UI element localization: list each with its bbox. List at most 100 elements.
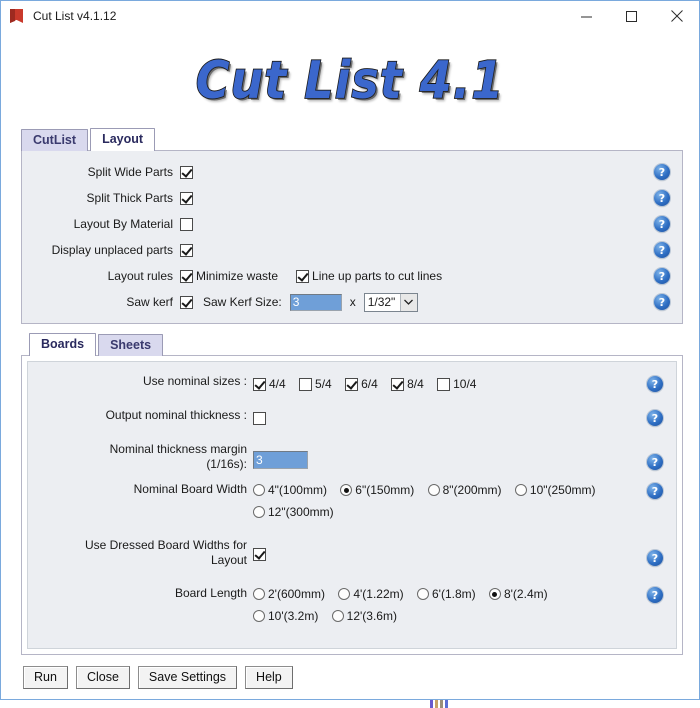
radio-board-length-2ft[interactable]: 2'(600mm): [253, 584, 325, 604]
checkbox-nominal-8-4-box[interactable]: [391, 377, 405, 391]
radio-board-width-12in[interactable]: 12"(300mm): [253, 502, 334, 522]
app-logo-banner: Cut List 4.1: [1, 31, 699, 129]
label-nominal-board-width: Nominal Board Width: [133, 482, 247, 496]
help-icon[interactable]: ?: [654, 164, 670, 180]
checkbox-line-up-parts-label: Line up parts to cut lines: [312, 269, 443, 283]
radio-board-length-6ft-box[interactable]: [416, 588, 429, 600]
radio-board-length-8ft[interactable]: 8'(2.4m): [488, 584, 548, 604]
nominal-thickness-margin-input[interactable]: [253, 451, 308, 469]
help-icon[interactable]: ?: [654, 242, 670, 258]
button-bar: Run Close Save Settings Help: [1, 655, 699, 699]
label-display-unplaced-parts: Display unplaced parts: [51, 243, 173, 257]
checkbox-saw-kerf[interactable]: [180, 295, 193, 309]
window-title: Cut List v4.1.12: [33, 9, 117, 23]
close-button[interactable]: Close: [75, 665, 130, 689]
radio-board-length-6ft-label: 6'(1.8m): [431, 587, 476, 601]
help-icon[interactable]: ?: [647, 550, 663, 566]
tab-boards[interactable]: Boards: [29, 333, 97, 356]
run-button[interactable]: Run: [23, 665, 68, 689]
radio-board-width-10in[interactable]: 10"(250mm): [514, 480, 596, 500]
radio-board-length-2ft-label: 2'(600mm): [268, 587, 325, 601]
radio-board-length-10ft[interactable]: 10'(3.2m): [253, 606, 318, 626]
tab-cutlist[interactable]: CutList: [21, 129, 89, 151]
taskbar-artifact: [430, 700, 456, 708]
help-icon[interactable]: ?: [654, 294, 670, 310]
saw-kerf-fraction-select[interactable]: 1/32": [363, 292, 418, 312]
main-tabstrip: CutList Layout: [1, 128, 699, 151]
help-icon[interactable]: ?: [654, 190, 670, 206]
checkbox-nominal-4-4[interactable]: 4/4: [253, 374, 286, 394]
saw-kerf-fraction-value: 1/32": [367, 295, 396, 309]
radio-board-length-4ft[interactable]: 4'(1.22m): [338, 584, 404, 604]
close-icon[interactable]: [654, 1, 699, 31]
radio-board-length-12ft-box[interactable]: [331, 610, 344, 622]
maximize-icon[interactable]: [609, 1, 654, 31]
layout-options-panel: Split Wide Parts ? Split Thick Parts ? L…: [21, 150, 683, 324]
checkbox-nominal-6-4[interactable]: 6/4: [345, 374, 378, 394]
label-use-nominal-sizes: Use nominal sizes :: [142, 374, 247, 388]
help-button[interactable]: Help: [245, 665, 293, 689]
radio-board-length-4ft-box[interactable]: [338, 588, 351, 600]
row-split-wide-parts: Split Wide Parts ?: [22, 159, 682, 185]
app-window: Cut List v4.1.12 Cut List 4.1 CutList La…: [0, 0, 700, 700]
checkbox-output-nominal-thickness[interactable]: [253, 412, 266, 426]
radio-board-length-2ft-box[interactable]: [253, 588, 265, 600]
row-use-nominal-sizes: Use nominal sizes : 4/4 5/4 6/4 8/4 10/4…: [28, 374, 676, 402]
checkbox-nominal-6-4-box[interactable]: [345, 377, 359, 391]
label-nominal-thickness-margin-line2: (1/16s):: [206, 457, 247, 471]
tab-sheets[interactable]: Sheets: [98, 334, 164, 356]
help-icon[interactable]: ?: [647, 410, 663, 426]
label-nominal-thickness-margin-line1: Nominal thickness margin: [109, 442, 247, 456]
minimize-icon[interactable]: [564, 1, 609, 31]
inner-tabstrip: Boards Sheets: [21, 333, 683, 356]
radio-board-width-4in-box[interactable]: [253, 484, 265, 496]
help-icon[interactable]: ?: [647, 483, 663, 499]
help-icon[interactable]: ?: [647, 376, 663, 392]
checkbox-line-up-parts[interactable]: Line up parts to cut lines: [296, 269, 442, 283]
row-display-unplaced-parts: Display unplaced parts ?: [22, 237, 682, 263]
label-saw-kerf-size: Saw Kerf Size:: [203, 295, 282, 309]
checkbox-nominal-10-4[interactable]: 10/4: [437, 374, 476, 394]
radio-board-length-10ft-label: 10'(3.2m): [268, 609, 319, 623]
checkbox-split-thick-parts[interactable]: [180, 191, 193, 205]
radio-board-length-10ft-box[interactable]: [253, 610, 265, 622]
saw-kerf-size-input[interactable]: [289, 293, 342, 311]
checkbox-display-unplaced-parts[interactable]: [180, 243, 193, 257]
help-icon[interactable]: ?: [654, 268, 670, 284]
checkbox-minimize-waste-box[interactable]: [180, 269, 193, 283]
checkbox-line-up-parts-box[interactable]: [296, 269, 310, 283]
checkbox-use-dressed-board-widths[interactable]: [253, 548, 266, 561]
checkbox-layout-by-material[interactable]: [180, 217, 193, 231]
checkbox-nominal-5-4-box[interactable]: [299, 377, 313, 391]
checkbox-nominal-5-4[interactable]: 5/4: [299, 374, 332, 394]
radio-board-length-6ft[interactable]: 6'(1.8m): [416, 584, 476, 604]
label-kerf-multiplier: x: [349, 295, 356, 309]
app-logo-text: Cut List 4.1: [195, 49, 505, 111]
radio-board-length-12ft[interactable]: 12'(3.6m): [331, 606, 397, 626]
radio-board-width-12in-box[interactable]: [253, 506, 265, 518]
tab-layout[interactable]: Layout: [90, 128, 156, 151]
radio-board-width-6in[interactable]: 6"(150mm): [340, 480, 414, 500]
radio-board-width-6in-box[interactable]: [340, 484, 353, 496]
checkbox-nominal-10-4-box[interactable]: [437, 377, 451, 391]
checkbox-minimize-waste[interactable]: Minimize waste: [180, 269, 278, 283]
radio-board-length-12ft-label: 12'(3.6m): [346, 609, 397, 623]
checkbox-minimize-waste-label: Minimize waste: [196, 269, 279, 283]
checkbox-split-wide-parts[interactable]: [180, 165, 193, 179]
radio-board-width-8in-box[interactable]: [427, 484, 440, 496]
radio-board-width-8in[interactable]: 8"(200mm): [427, 480, 502, 500]
radio-board-width-4in-label: 4"(100mm): [268, 483, 327, 497]
checkbox-nominal-8-4[interactable]: 8/4: [391, 374, 424, 394]
boards-sheets-section: Boards Sheets Use nominal sizes : 4/4 5/…: [21, 333, 683, 655]
help-icon[interactable]: ?: [654, 216, 670, 232]
help-icon[interactable]: ?: [647, 587, 663, 603]
checkbox-nominal-4-4-box[interactable]: [253, 377, 266, 391]
boards-panel: Use nominal sizes : 4/4 5/4 6/4 8/4 10/4…: [21, 355, 683, 655]
radio-board-width-4in[interactable]: 4"(100mm): [253, 480, 327, 500]
chevron-down-icon[interactable]: [399, 293, 417, 311]
radio-board-length-8ft-box[interactable]: [488, 588, 501, 600]
radio-board-width-10in-box[interactable]: [514, 484, 527, 496]
save-settings-button[interactable]: Save Settings: [137, 665, 238, 689]
help-icon[interactable]: ?: [647, 454, 663, 470]
label-use-dressed-line1: Use Dressed Board Widths for: [84, 538, 247, 552]
